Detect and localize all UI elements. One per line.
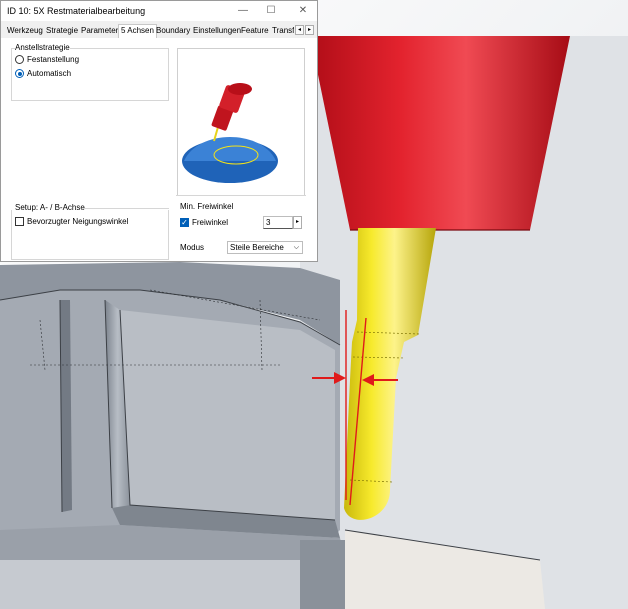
modus-select[interactable]: Steile Bereiche ⌵ bbox=[227, 241, 303, 254]
tab-scroll-left-button[interactable]: ◂ bbox=[295, 25, 304, 35]
tab-transfo[interactable]: Transfo bbox=[272, 26, 294, 35]
min-freiwinkel-title: Min. Freiwinkel bbox=[180, 202, 234, 211]
tab-parameter[interactable]: Parameter bbox=[81, 26, 118, 35]
tab-boundary[interactable]: Boundary bbox=[156, 26, 190, 35]
label-modus: Modus bbox=[180, 243, 205, 252]
tool-holder bbox=[310, 36, 570, 230]
label-freiwinkel: Freiwinkel bbox=[192, 218, 229, 227]
part-pocket-floor bbox=[120, 310, 335, 520]
window-title: ID 10: 5X Restmaterialbearbeitung bbox=[7, 6, 146, 16]
tab-5-achsen[interactable]: 5 Achsen bbox=[118, 24, 157, 39]
tab-scroll-right-button[interactable]: ▸ bbox=[305, 25, 314, 35]
anstellstrategie-title: Anstellstrategie bbox=[15, 43, 70, 52]
freiwinkel-divider bbox=[176, 195, 306, 196]
tool-preview-icon bbox=[182, 83, 278, 183]
restmaterial-dialog: ID 10: 5X Restmaterialbearbeitung — ☐ ✕ … bbox=[0, 0, 318, 262]
radio-festanstellung[interactable] bbox=[15, 55, 24, 64]
tab-werkzeug[interactable]: Werkzeug bbox=[7, 26, 43, 35]
setup-group bbox=[11, 210, 169, 260]
title-bar[interactable]: ID 10: 5X Restmaterialbearbeitung — ☐ ✕ bbox=[1, 1, 317, 21]
maximize-button[interactable]: ☐ bbox=[261, 4, 281, 18]
tab-feature[interactable]: Feature bbox=[241, 26, 269, 35]
label-festanstellung: Festanstellung bbox=[27, 55, 80, 64]
freiwinkel-value-input[interactable]: 3 bbox=[263, 216, 293, 229]
radio-automatisch[interactable] bbox=[15, 69, 24, 78]
freiwinkel-spin-button[interactable]: ▸ bbox=[293, 216, 302, 229]
tab-strategie[interactable]: Strategie bbox=[46, 26, 78, 35]
setup-divider bbox=[83, 208, 169, 209]
part-slot-wall bbox=[300, 540, 345, 609]
tool-preview-panel bbox=[177, 48, 305, 196]
label-automatisch: Automatisch bbox=[27, 69, 72, 78]
minimize-button[interactable]: — bbox=[233, 4, 253, 18]
chevron-down-icon: ⌵ bbox=[293, 244, 299, 251]
checkbox-freiwinkel[interactable]: ✓ bbox=[180, 218, 189, 227]
tab-bar: Werkzeug Strategie Parameter 5 Achsen Bo… bbox=[1, 22, 317, 39]
modus-selected-value: Steile Bereiche bbox=[230, 243, 284, 252]
tab-content-5-achsen: Anstellstrategie Festanstellung Automati… bbox=[1, 38, 317, 261]
tab-einstellungen[interactable]: Einstellungen bbox=[193, 26, 241, 35]
close-button[interactable]: ✕ bbox=[293, 4, 313, 18]
